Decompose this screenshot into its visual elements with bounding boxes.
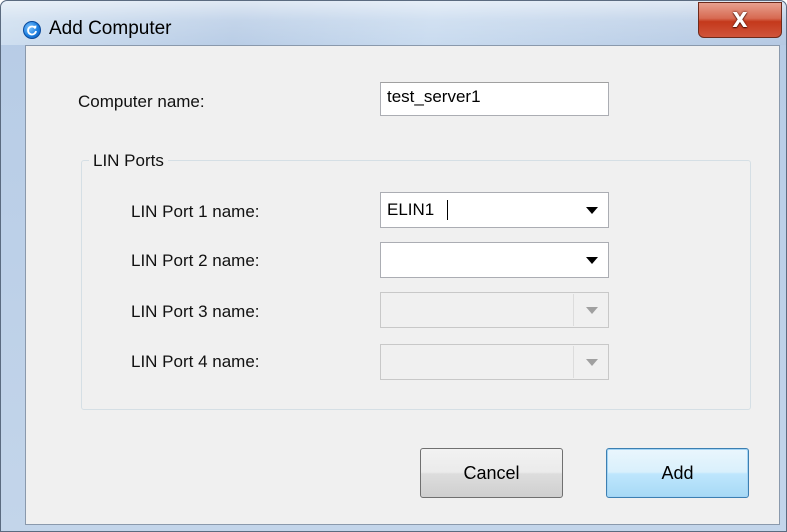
close-icon: X [732, 8, 748, 32]
add-button[interactable]: Add [606, 448, 749, 498]
chevron-down-icon[interactable] [586, 257, 598, 264]
computer-name-label: Computer name: [78, 92, 205, 111]
close-button[interactable]: X [698, 2, 782, 38]
combo-separator [573, 346, 574, 378]
window-title: Add Computer [49, 18, 172, 39]
lin-port-4-label: LIN Port 4 name: [131, 352, 260, 371]
computer-name-input[interactable]: test_server1 [380, 82, 609, 116]
dialog-window: Add Computer X Computer name: test_serve… [0, 0, 787, 532]
lin-port-2-combo[interactable] [380, 242, 609, 278]
lin-port-2-label: LIN Port 2 name: [131, 251, 260, 270]
lin-port-1-label: LIN Port 1 name: [131, 202, 260, 221]
dialog-client-area: Computer name: test_server1 LIN Ports LI… [25, 45, 780, 525]
cancel-button[interactable]: Cancel [420, 448, 563, 498]
lin-port-3-label: LIN Port 3 name: [131, 302, 260, 321]
text-caret [447, 200, 448, 220]
lin-port-3-combo [380, 292, 609, 328]
chevron-down-icon [586, 359, 598, 366]
lin-port-1-combo[interactable]: ELIN1 [380, 192, 609, 228]
chevron-down-icon [586, 307, 598, 314]
lin-port-1-value: ELIN1 [387, 200, 435, 219]
combo-separator [573, 294, 574, 326]
chevron-down-icon[interactable] [586, 207, 598, 214]
title-bar[interactable]: Add Computer X [1, 1, 786, 45]
lin-port-4-combo [380, 344, 609, 380]
refresh-circle-icon [23, 21, 41, 39]
lin-ports-group-title: LIN Ports [89, 151, 168, 171]
